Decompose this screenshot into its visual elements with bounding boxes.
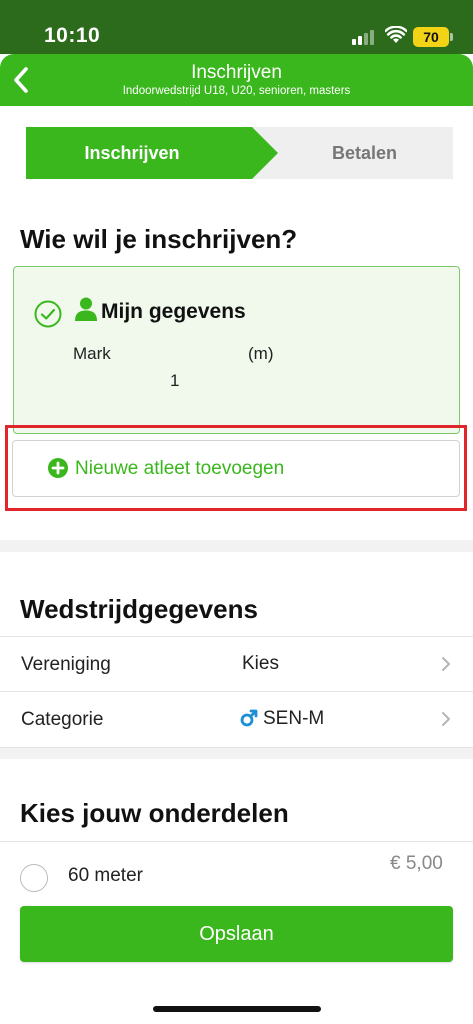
battery-tip — [450, 33, 453, 41]
categorie-label: Categorie — [21, 709, 104, 730]
event-radio[interactable] — [20, 864, 48, 892]
event-label: 60 meter — [68, 865, 143, 886]
divider — [0, 841, 473, 842]
categorie-value: SEN-M — [263, 708, 325, 729]
events-heading: Kies jouw onderdelen — [20, 798, 289, 828]
chevron-right-icon — [442, 657, 450, 671]
plus-circle-icon — [48, 458, 68, 478]
athlete-gender: (m) — [248, 344, 274, 363]
step-indicator: Inschrijven Betalen — [26, 127, 453, 179]
battery-icon: 70 — [413, 27, 449, 47]
row-vereniging[interactable]: Vereniging Kies — [0, 636, 473, 691]
competition-heading: Wedstrijdgegevens — [20, 594, 258, 624]
event-price: € 5,00 — [390, 853, 443, 874]
row-categorie[interactable]: Categorie SEN-M — [0, 691, 473, 746]
vereniging-value: Kies — [242, 653, 279, 674]
add-athlete-label: Nieuwe atleet toevoegen — [75, 458, 285, 479]
my-data-card[interactable]: Mijn gegevens Mark (m) 1 — [13, 266, 460, 434]
who-heading: Wie wil je inschrijven? — [20, 224, 298, 254]
wifi-icon — [385, 26, 407, 43]
home-indicator — [153, 1006, 321, 1012]
save-button[interactable]: Opslaan — [20, 906, 453, 962]
chevron-right-icon — [442, 712, 450, 726]
athlete-name: Mark — [73, 344, 111, 363]
person-icon — [75, 297, 97, 321]
status-bar: 10:10 70 — [0, 0, 473, 54]
athlete-number: 1 — [170, 371, 180, 390]
step-inschrijven: Inschrijven — [26, 127, 252, 179]
nav-bar: Inschrijven Indoorwedstrijd U18, U20, se… — [0, 54, 473, 106]
nav-title: Inschrijven — [191, 62, 282, 83]
step-betalen: Betalen — [331, 142, 398, 163]
signal-icon — [352, 29, 378, 45]
check-circle-icon — [34, 300, 62, 328]
vereniging-label: Vereniging — [21, 654, 111, 675]
section-divider — [0, 747, 473, 759]
my-data-title: Mijn gegevens — [101, 300, 246, 323]
nav-subtitle: Indoorwedstrijd U18, U20, senioren, mast… — [122, 85, 351, 97]
status-time: 10:10 — [44, 24, 101, 47]
male-icon — [240, 709, 258, 727]
section-divider — [0, 540, 473, 552]
step-arrow — [252, 127, 278, 179]
registration-screen: 10:10 70 Inschrijven Indoorwedstrijd U18… — [0, 0, 473, 1024]
add-athlete-button[interactable]: Nieuwe atleet toevoegen — [12, 440, 460, 497]
